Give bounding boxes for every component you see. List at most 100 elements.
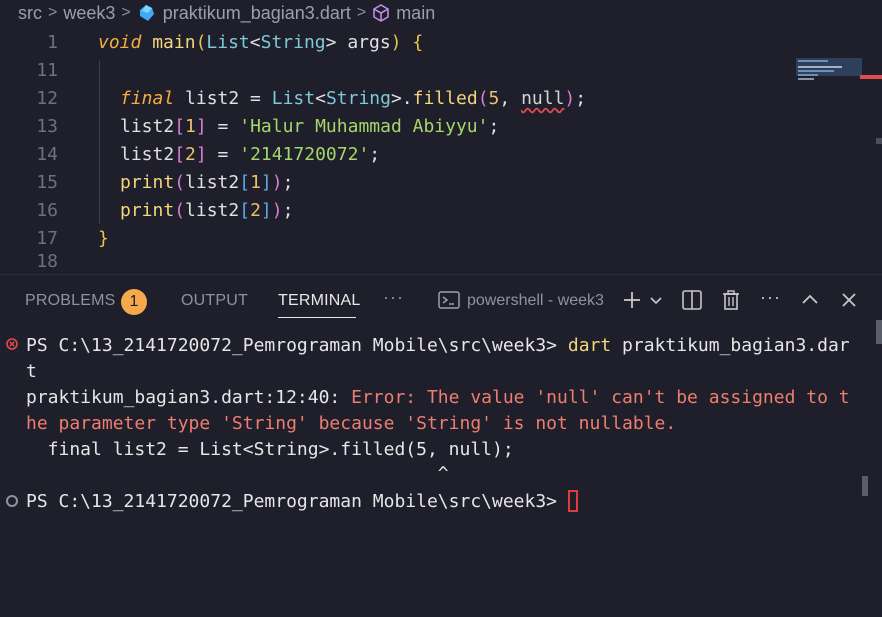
trash-icon[interactable] [720,289,742,311]
code-token: list2 [185,200,240,221]
terminal-command-name: dart [567,335,612,356]
breadcrumb-file[interactable]: praktikum_bagian3.dart [137,3,351,24]
terminal-line: t [26,359,37,385]
code-token: 1 [185,116,196,137]
code-text: void main(List<String> args) { [98,29,423,57]
code-token: list2 [120,116,175,137]
code-token: >. [390,88,413,109]
line-number: 1 [47,32,58,53]
breadcrumb-symbol[interactable]: main [372,3,435,24]
chevron-right-icon: > [121,4,131,21]
minimap-line [798,70,834,72]
line-number: 12 [36,88,58,109]
terminal-cursor [567,490,578,512]
cube-icon [373,3,389,22]
code-token: 'Halur Muhammad Abiyyu' [239,116,489,137]
tabs-more-button[interactable]: ··· [383,287,404,308]
line-number: 11 [36,60,58,81]
active-tab-indicator [278,317,356,318]
terminal-scrollbar[interactable] [862,476,868,496]
chevron-down-icon[interactable] [648,289,664,311]
code-line[interactable]: 12 final list2 = List<String>.filled(5, n… [0,85,790,113]
code-token: [ [174,144,186,165]
code-token: ; [488,116,500,137]
code-line[interactable]: 13 list2[1] = 'Halur Muhammad Abiyyu'; [0,113,790,141]
code-line[interactable]: 14 list2[2] = '2141720072'; [0,141,790,169]
terminal-instance-label[interactable]: powershell - week3 [467,292,604,310]
split-terminal-icon[interactable] [681,289,703,311]
code-text: list2[1] = 'Halur Muhammad Abiyyu'; [120,113,499,141]
breadcrumb-src[interactable]: src [0,3,42,24]
code-token: String [325,88,391,109]
code-token: < [315,88,326,109]
code-token: print [120,172,175,193]
minimap-line [798,74,818,76]
code-token: list2 = [174,88,272,109]
code-token: [ [174,116,186,137]
terminal-line: PS C:\13_2141720072_Pemrograman Mobile\s… [26,333,850,359]
panel-more-button[interactable]: ··· [760,287,781,308]
code-text: print(list2[1]); [120,169,293,197]
error-source-line: final list2 = List<String>.filled(5, nul… [26,439,514,460]
code-token: String [260,32,326,53]
code-editor[interactable]: 1 void main(List<String> args) {11 12 final… [0,28,882,274]
terminal-prompt: PS C:\13_2141720072_Pemrograman Mobile\s… [26,335,568,356]
code-text: print(list2[2]); [120,197,293,225]
panel-tabs: PROBLEMS 1 OUTPUT TERMINAL ··· powershel… [0,275,882,325]
code-token: ( [477,88,489,109]
code-line[interactable]: 15 print(list2[1]); [0,169,790,197]
dart-file-icon [139,4,154,21]
tab-output[interactable]: OUTPUT [181,292,248,310]
breadcrumb: src > week3 > praktikum_bagian3.dart > m… [0,0,882,26]
chevron-right-icon: > [356,4,367,21]
line-number: 18 [36,251,58,272]
code-token: 2 [185,144,196,165]
code-token: list2 [120,144,175,165]
code-token: = [206,116,240,137]
code-token: { [412,32,424,53]
code-token: 2 [250,200,261,221]
code-token: ] [195,144,207,165]
terminal-output[interactable]: PS C:\13_2141720072_Pemrograman Mobile\s… [0,331,870,617]
minimap-line [798,60,828,62]
bottom-panel: PROBLEMS 1 OUTPUT TERMINAL ··· powershel… [0,274,882,550]
minimap[interactable] [796,58,862,80]
code-token: ] [260,172,272,193]
tab-problems[interactable]: PROBLEMS [25,292,116,310]
code-token: } [98,228,109,249]
code-token: ) [564,88,576,109]
code-token: ) [271,172,283,193]
line-number: 13 [36,116,58,137]
terminal-command-args: praktikum_bagian3.dar [611,335,850,356]
code-token: List [271,88,316,109]
terminal-line: ^ [26,461,449,487]
terminal-scrollbar-top[interactable] [876,320,882,344]
close-icon[interactable] [838,289,860,311]
code-token: final [120,88,175,109]
tab-terminal[interactable]: TERMINAL [278,292,361,310]
code-token: < [249,32,261,53]
chevron-up-icon[interactable] [799,289,821,311]
code-token: 5 [488,88,500,109]
terminal-shell-icon [438,291,460,309]
code-token: [ [239,172,251,193]
code-token: ) [271,200,283,221]
success-circle-icon [6,495,18,507]
breadcrumb-file-label: praktikum_bagian3.dart [162,2,351,23]
code-line[interactable]: 11 [0,57,790,85]
code-text: list2[2] = '2141720072'; [120,141,380,169]
new-terminal-icon[interactable] [621,289,643,311]
minimap-line [798,66,842,68]
minimap-line [798,78,814,80]
code-line[interactable]: 1 void main(List<String> args) { [0,29,790,57]
breadcrumb-symbol-label: main [396,2,436,23]
code-token: ] [195,116,207,137]
line-number: 14 [36,144,58,165]
code-token: list2 [185,172,240,193]
terminal-line: final list2 = List<String>.filled(5, nul… [26,437,514,463]
error-caret: ^ [26,463,449,484]
code-line[interactable]: 16 print(list2[2]); [0,197,790,225]
code-line[interactable]: 18 [0,248,790,274]
breadcrumb-week3[interactable]: week3 [63,3,115,24]
